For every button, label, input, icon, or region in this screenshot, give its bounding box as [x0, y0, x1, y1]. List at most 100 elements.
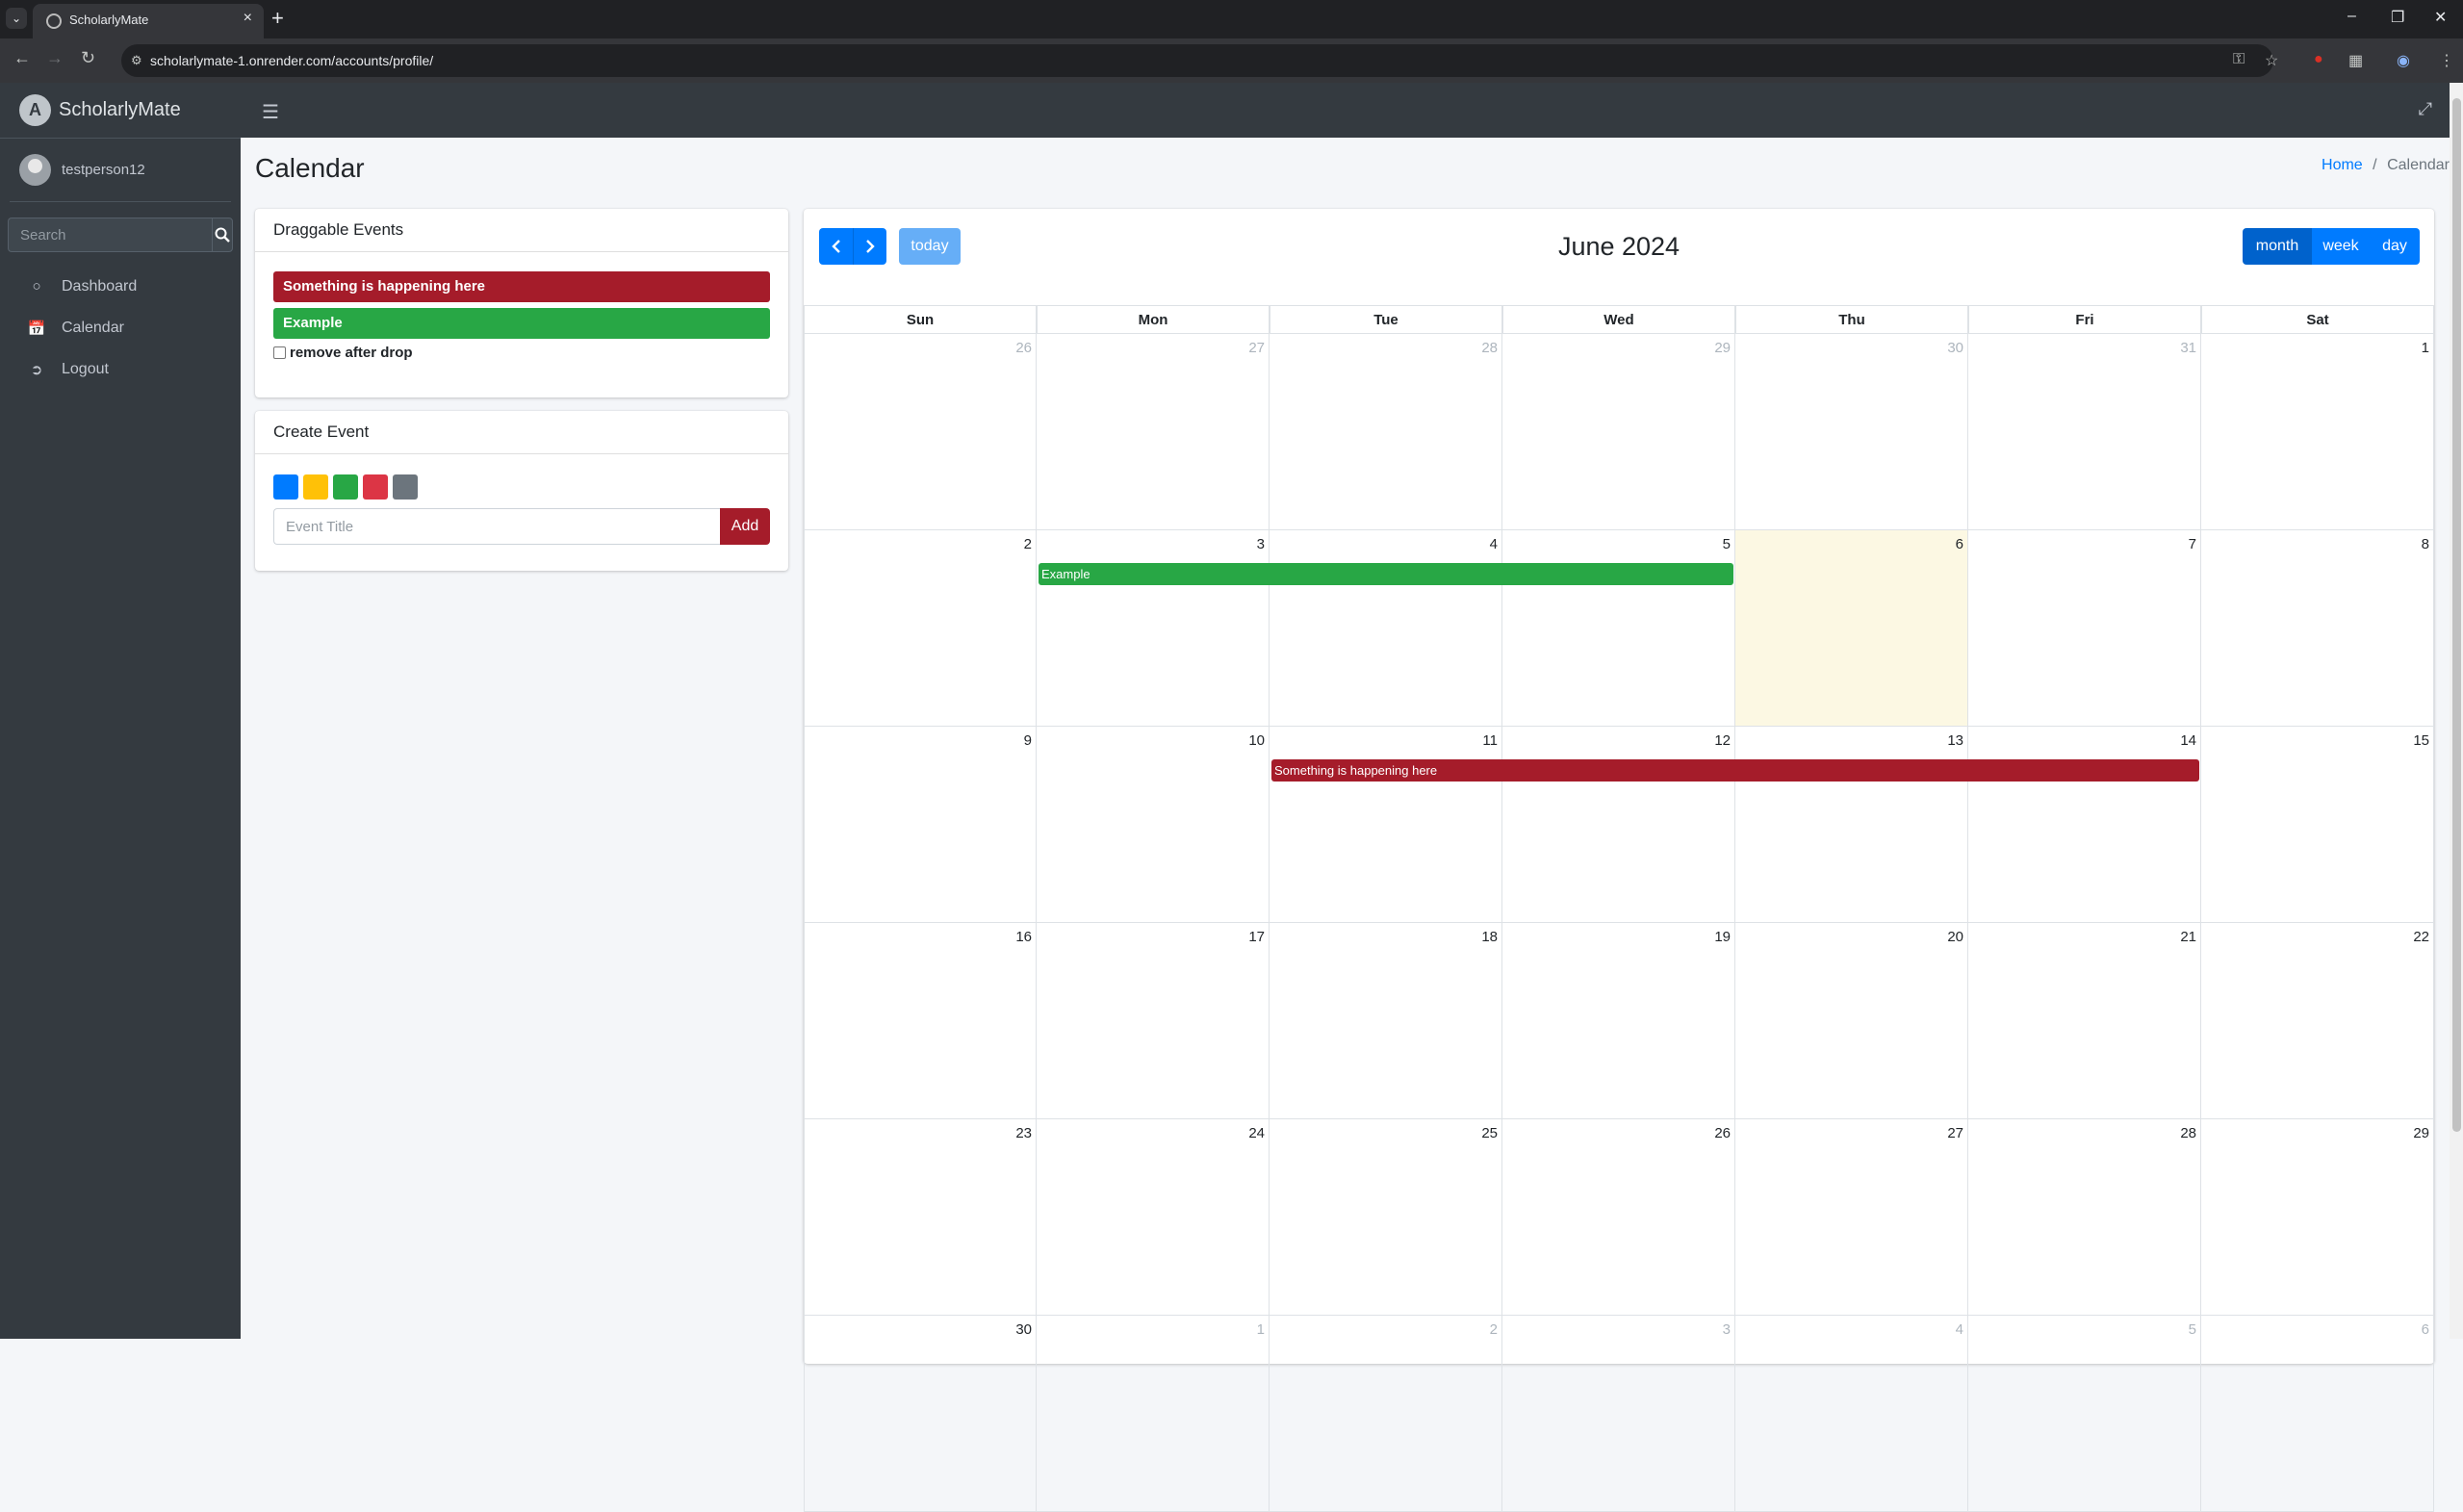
day-number[interactable]: 28 [2180, 1125, 2196, 1141]
day-number[interactable]: 12 [1714, 732, 1731, 749]
restore-icon[interactable]: ❐ [2391, 8, 2404, 27]
day-number[interactable]: 29 [2413, 1125, 2429, 1141]
close-window-icon[interactable]: ✕ [2434, 8, 2447, 27]
day-cell[interactable]: 20 [1735, 923, 1968, 1119]
day-cell[interactable]: 5 [1968, 1316, 2201, 1512]
day-number[interactable]: 25 [1481, 1125, 1498, 1141]
color-swatch-green[interactable] [333, 474, 358, 500]
day-number[interactable]: 20 [1947, 929, 1963, 945]
day-cell[interactable]: 19 [1502, 923, 1735, 1119]
omnibox[interactable]: ⚙ scholarlymate-1.onrender.com/accounts/… [121, 44, 2273, 77]
color-swatch-blue[interactable] [273, 474, 298, 500]
menu-dots-icon[interactable]: ⋮ [2439, 51, 2454, 70]
add-event-button[interactable]: Add [720, 508, 770, 545]
day-cell[interactable]: 2 [804, 530, 1037, 727]
day-number[interactable]: 17 [1248, 929, 1265, 945]
day-cell[interactable]: 3 [1502, 1316, 1735, 1512]
search-button[interactable] [212, 218, 233, 252]
site-info-icon[interactable]: ⚙ [131, 53, 142, 68]
color-swatch-gray[interactable] [393, 474, 418, 500]
external-event-example[interactable]: Example [273, 308, 770, 339]
day-cell[interactable]: 14 [1968, 727, 2201, 923]
password-key-icon[interactable]: ⚿ [2233, 51, 2245, 68]
day-cell[interactable]: 17 [1037, 923, 1270, 1119]
day-number[interactable]: 19 [1714, 929, 1731, 945]
sidebar-item-calendar[interactable]: 📅 Calendar [0, 307, 241, 348]
day-number[interactable]: 16 [1015, 929, 1032, 945]
day-cell[interactable]: 2 [1270, 1316, 1502, 1512]
back-icon[interactable]: ← [13, 48, 31, 68]
day-number[interactable]: 5 [1723, 536, 1731, 552]
scrollbar-thumb[interactable] [2452, 98, 2461, 1132]
day-cell[interactable]: 28 [1270, 334, 1502, 530]
extension-badge-icon[interactable]: ● [2314, 51, 2323, 68]
day-cell[interactable]: 7 [1968, 530, 2201, 727]
day-number[interactable]: 28 [1481, 340, 1498, 356]
brand-link[interactable]: A ScholarlyMate [0, 83, 241, 139]
sidebar-item-logout[interactable]: ➲ Logout [0, 348, 241, 390]
day-number[interactable]: 15 [2413, 732, 2429, 749]
day-number[interactable]: 22 [2413, 929, 2429, 945]
color-swatch-red[interactable] [363, 474, 388, 500]
day-number[interactable]: 2 [1490, 1321, 1498, 1338]
day-cell[interactable]: 22 [2201, 923, 2434, 1119]
day-number[interactable]: 24 [1248, 1125, 1265, 1141]
url-text[interactable]: scholarlymate-1.onrender.com/accounts/pr… [150, 53, 433, 68]
day-number[interactable]: 26 [1714, 1125, 1731, 1141]
user-panel[interactable]: testperson12 [10, 139, 231, 202]
day-cell[interactable]: 23 [804, 1119, 1037, 1316]
day-cell[interactable]: 16 [804, 923, 1037, 1119]
sidebar-item-dashboard[interactable]: ○ Dashboard [0, 266, 241, 307]
page-scrollbar[interactable] [2450, 83, 2463, 1339]
day-number[interactable]: 9 [1024, 732, 1032, 749]
minimize-icon[interactable]: – [2348, 8, 2356, 25]
day-cell[interactable]: 25 [1270, 1119, 1502, 1316]
day-number[interactable]: 18 [1481, 929, 1498, 945]
day-cell[interactable]: 4 [1270, 530, 1502, 727]
day-number[interactable]: 8 [2422, 536, 2429, 552]
day-number[interactable]: 26 [1015, 340, 1032, 356]
tab-list-icon[interactable]: ⌄ [6, 8, 27, 29]
hamburger-menu-icon[interactable]: ☰ [262, 100, 279, 124]
calendar-event[interactable]: Example [1039, 563, 1733, 585]
reload-icon[interactable]: ↻ [81, 48, 95, 68]
day-cell[interactable]: 18 [1270, 923, 1502, 1119]
day-number[interactable]: 1 [2422, 340, 2429, 356]
close-tab-icon[interactable]: × [244, 10, 252, 27]
extensions-puzzle-icon[interactable]: ▦ [2348, 51, 2363, 70]
day-cell[interactable]: 29 [2201, 1119, 2434, 1316]
day-cell[interactable]: 6 [2201, 1316, 2434, 1512]
day-number[interactable]: 6 [1956, 536, 1963, 552]
month-view-button[interactable]: month [2243, 228, 2312, 265]
day-number[interactable]: 13 [1947, 732, 1963, 749]
remove-after-drop[interactable]: remove after drop [273, 345, 770, 361]
day-cell[interactable]: 3 [1037, 530, 1270, 727]
day-cell[interactable]: 26 [1502, 1119, 1735, 1316]
day-cell[interactable]: 4 [1735, 1316, 1968, 1512]
day-number[interactable]: 11 [1482, 732, 1498, 749]
day-number[interactable]: 31 [2180, 340, 2196, 356]
color-swatch-yellow[interactable] [303, 474, 328, 500]
day-number[interactable]: 21 [2180, 929, 2196, 945]
remove-after-drop-checkbox[interactable] [273, 346, 286, 359]
day-cell[interactable]: 13 [1735, 727, 1968, 923]
day-cell[interactable]: 29 [1502, 334, 1735, 530]
profile-icon[interactable]: ◉ [2397, 51, 2410, 70]
day-cell[interactable]: 10 [1037, 727, 1270, 923]
day-cell[interactable]: 26 [804, 334, 1037, 530]
external-event-something[interactable]: Something is happening here [273, 271, 770, 302]
new-tab-icon[interactable]: + [271, 6, 284, 31]
day-number[interactable]: 5 [2189, 1321, 2196, 1338]
day-cell[interactable]: 27 [1735, 1119, 1968, 1316]
day-view-button[interactable]: day [2370, 228, 2420, 265]
forward-icon[interactable]: → [46, 48, 64, 68]
breadcrumb-home-link[interactable]: Home [2322, 157, 2363, 173]
search-input[interactable] [8, 218, 212, 252]
day-cell[interactable]: 11 [1270, 727, 1502, 923]
browser-tab[interactable]: ScholarlyMate × [33, 4, 264, 38]
day-number[interactable]: 29 [1714, 340, 1731, 356]
day-cell[interactable]: 15 [2201, 727, 2434, 923]
bookmark-star-icon[interactable]: ☆ [2265, 51, 2278, 70]
day-cell[interactable]: 9 [804, 727, 1037, 923]
day-cell[interactable]: 21 [1968, 923, 2201, 1119]
